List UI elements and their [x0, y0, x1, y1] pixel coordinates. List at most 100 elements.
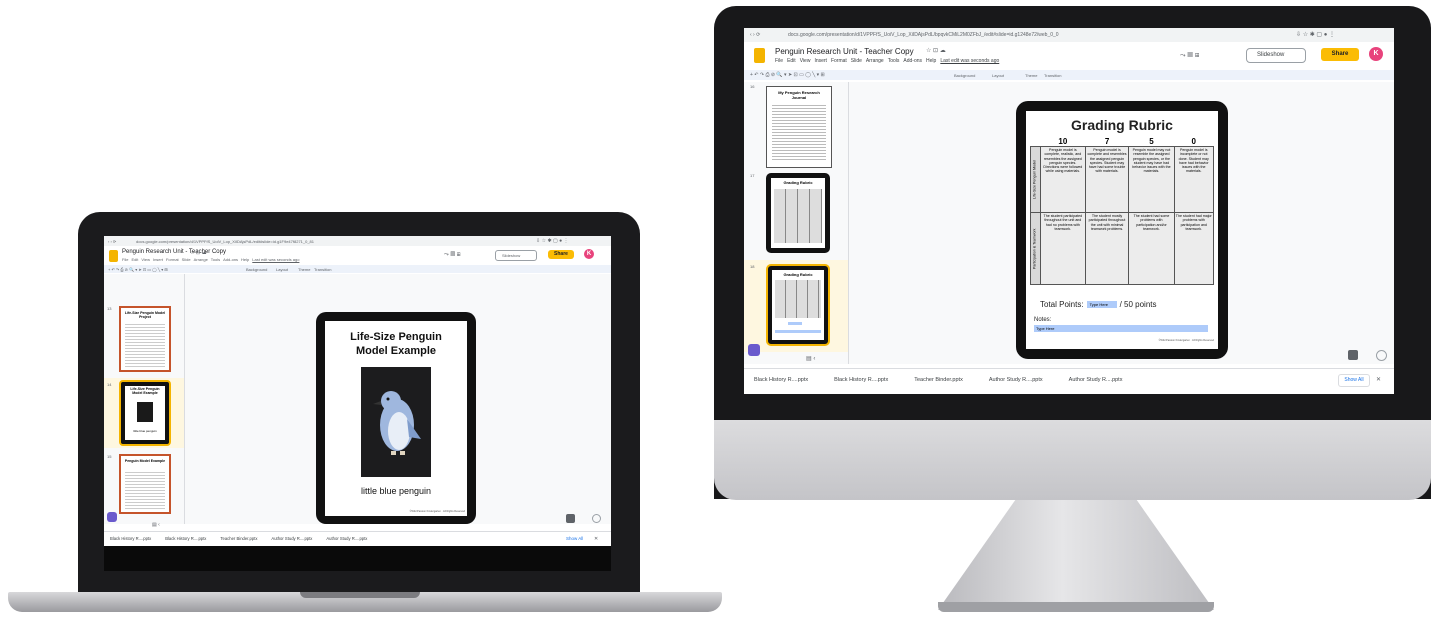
address-bar[interactable]: docs.google.com/presentation/d/1VPPFfS_U…: [136, 239, 314, 244]
download-item[interactable]: Author Study R....pptx: [326, 536, 367, 541]
address-bar[interactable]: docs.google.com/presentation/d/1VPPFfS_U…: [788, 32, 1059, 38]
thumbnail-14[interactable]: Life-Size Penguin Model Example little b…: [119, 380, 171, 446]
download-item[interactable]: Teacher Binder.pptx: [220, 536, 257, 541]
last-edit-link[interactable]: Last edit was seconds ago: [252, 257, 299, 262]
menu-view[interactable]: View: [800, 58, 811, 64]
menu-help[interactable]: Help: [926, 58, 936, 64]
thumbnail-15[interactable]: Penguin Model Example: [119, 454, 171, 514]
toolbar-layout[interactable]: Layout: [992, 73, 1004, 78]
close-icon[interactable]: ✕: [594, 536, 598, 542]
toolbar-background[interactable]: Background: [954, 73, 975, 78]
menu-slide[interactable]: Slide: [851, 58, 862, 64]
monitor-stand: [938, 500, 1214, 610]
menu-file[interactable]: File: [122, 257, 128, 262]
share-button[interactable]: Share: [548, 250, 574, 259]
doc-title[interactable]: Penguin Research Unit - Teacher Copy: [775, 47, 914, 56]
thumb-title: Grading Rubric: [783, 272, 813, 277]
toolbar-transition[interactable]: Transition: [1044, 73, 1061, 78]
thumb-number-13: 13: [107, 306, 112, 311]
show-all-button[interactable]: Show All: [1338, 374, 1370, 387]
explore-icon[interactable]: [1348, 350, 1358, 360]
menu-insert[interactable]: Insert: [814, 58, 827, 64]
back-icon[interactable]: ‹ › ⟳: [108, 239, 116, 244]
score-header: 5: [1149, 137, 1154, 146]
download-item[interactable]: Teacher Binder.pptx: [914, 377, 963, 383]
menu-help[interactable]: Help: [241, 257, 249, 262]
back-icon[interactable]: ‹ › ⟳: [750, 32, 760, 38]
menu-file[interactable]: File: [775, 58, 783, 64]
avatar[interactable]: K: [1369, 47, 1383, 61]
menu-addons[interactable]: Add-ons: [903, 58, 922, 64]
meet-icon[interactable]: [748, 344, 760, 356]
notes-input[interactable]: Type Here: [1034, 325, 1208, 332]
download-item[interactable]: Black History R....pptx: [165, 536, 206, 541]
thumb-text-lines: [772, 103, 826, 161]
toolbar-tools-icon[interactable]: + ↶ ↷ ⎙ ⊘ 🔍 ▾ ➤ ⊡ ▭ ◯ ╲ ▾ ⊞: [108, 267, 168, 272]
monitor-screen: ‹ › ⟳ docs.google.com/presentation/d/1VP…: [744, 28, 1394, 394]
menu-tools[interactable]: Tools: [888, 58, 900, 64]
grid-view-icon[interactable]: ▤ ‹: [152, 522, 160, 528]
doc-title[interactable]: Penguin Research Unit - Teacher Copy: [122, 249, 226, 255]
download-item[interactable]: Author Study R....pptx: [989, 377, 1043, 383]
download-item[interactable]: Author Study R....pptx: [271, 536, 312, 541]
slides-logo-icon[interactable]: [754, 48, 765, 63]
thumbnail-17[interactable]: Grading Rubric: [766, 173, 830, 253]
toolbar-theme[interactable]: Theme: [1025, 73, 1037, 78]
menu-edit[interactable]: Edit: [131, 257, 138, 262]
menu-tools[interactable]: Tools: [211, 257, 220, 262]
thumbnail-18[interactable]: Grading Rubric: [766, 264, 830, 346]
toolbar-layout[interactable]: Layout: [276, 267, 288, 272]
menu-arrange[interactable]: Arrange: [194, 257, 208, 262]
slideshow-label: Slideshow: [502, 253, 521, 258]
menu-arrange[interactable]: Arrange: [866, 58, 884, 64]
menu-format[interactable]: Format: [166, 257, 179, 262]
total-points-input[interactable]: Type Here: [1086, 301, 1117, 308]
activity-icon[interactable]: ⤳ ▤ ⊞: [444, 252, 461, 259]
avatar[interactable]: K: [584, 249, 594, 259]
activity-icon[interactable]: ⤳ ▤ ⊞: [1180, 52, 1199, 60]
explore-icon[interactable]: [566, 514, 575, 523]
toolbar-tools-icon[interactable]: + ↶ ↷ ⎙ ⊘ 🔍 ▾ ➤ ⊡ ▭ ◯ ╲ ▾ ⊞: [750, 72, 825, 78]
slide-footer: ©Wild Passion Kindergarten · All Rights …: [409, 510, 465, 513]
menu-slide[interactable]: Slide: [182, 257, 191, 262]
last-edit-link[interactable]: Last edit was seconds ago: [940, 58, 999, 64]
toolbar-transition[interactable]: Transition: [314, 267, 331, 272]
star-icon[interactable]: ☆ ⊡ ☁: [190, 250, 206, 256]
close-icon[interactable]: ✕: [1376, 376, 1381, 383]
show-all-button[interactable]: Show All: [566, 536, 583, 541]
download-item[interactable]: Black History R....pptx: [110, 536, 151, 541]
rubric-table: 10 7 5 0 Life-Size Penguin Model Penguin…: [1030, 137, 1215, 285]
download-item[interactable]: Author Study R....pptx: [1069, 377, 1123, 383]
thumb-title: Grading Rubric: [783, 180, 813, 185]
slideshow-button[interactable]: Slideshow: [1246, 48, 1306, 63]
menu-insert[interactable]: Insert: [153, 257, 163, 262]
toolbar-background[interactable]: Background: [246, 267, 267, 272]
rubric-cell: Penguin model is complete and resembles …: [1084, 146, 1130, 213]
toolbar-theme[interactable]: Theme: [298, 267, 310, 272]
share-label: Share: [554, 251, 568, 257]
total-points-suffix: / 50 points: [1119, 300, 1157, 309]
grid-view-icon[interactable]: ▤ ‹: [806, 355, 815, 362]
score-header: 10: [1058, 137, 1068, 146]
menu-addons[interactable]: Add-ons: [223, 257, 238, 262]
slide-caption: little blue penguin: [360, 486, 432, 496]
download-item[interactable]: Black History R....pptx: [754, 377, 808, 383]
side-panel-toggle-icon[interactable]: [592, 514, 601, 523]
slideshow-label: Slideshow: [1257, 52, 1285, 58]
menu-format[interactable]: Format: [831, 58, 847, 64]
browser-actions-icon[interactable]: ⇩ ☆ ✱ ▢ ● ⋮: [1296, 31, 1335, 38]
thumbnail-16[interactable]: My Penguin Research Journal: [766, 86, 832, 168]
score-header: 7: [1104, 137, 1110, 146]
thumbnail-13[interactable]: Life-Size Penguin Model Project: [119, 306, 171, 372]
menu-edit[interactable]: Edit: [787, 58, 796, 64]
slideshow-button[interactable]: Slideshow: [495, 250, 537, 261]
slides-logo-icon[interactable]: [109, 250, 118, 262]
side-panel-toggle-icon[interactable]: [1376, 350, 1387, 361]
meet-icon[interactable]: [107, 512, 117, 522]
download-item[interactable]: Black History R....pptx: [834, 377, 888, 383]
share-button[interactable]: Share: [1321, 48, 1359, 61]
download-list: Black History R....pptx Black History R.…: [110, 536, 367, 541]
menu-view[interactable]: View: [141, 257, 150, 262]
browser-actions-icon[interactable]: ⇩ ☆ ✱ ▢ ● ⋮: [536, 238, 569, 244]
star-icon[interactable]: ☆ ⊡ ☁: [926, 47, 946, 54]
